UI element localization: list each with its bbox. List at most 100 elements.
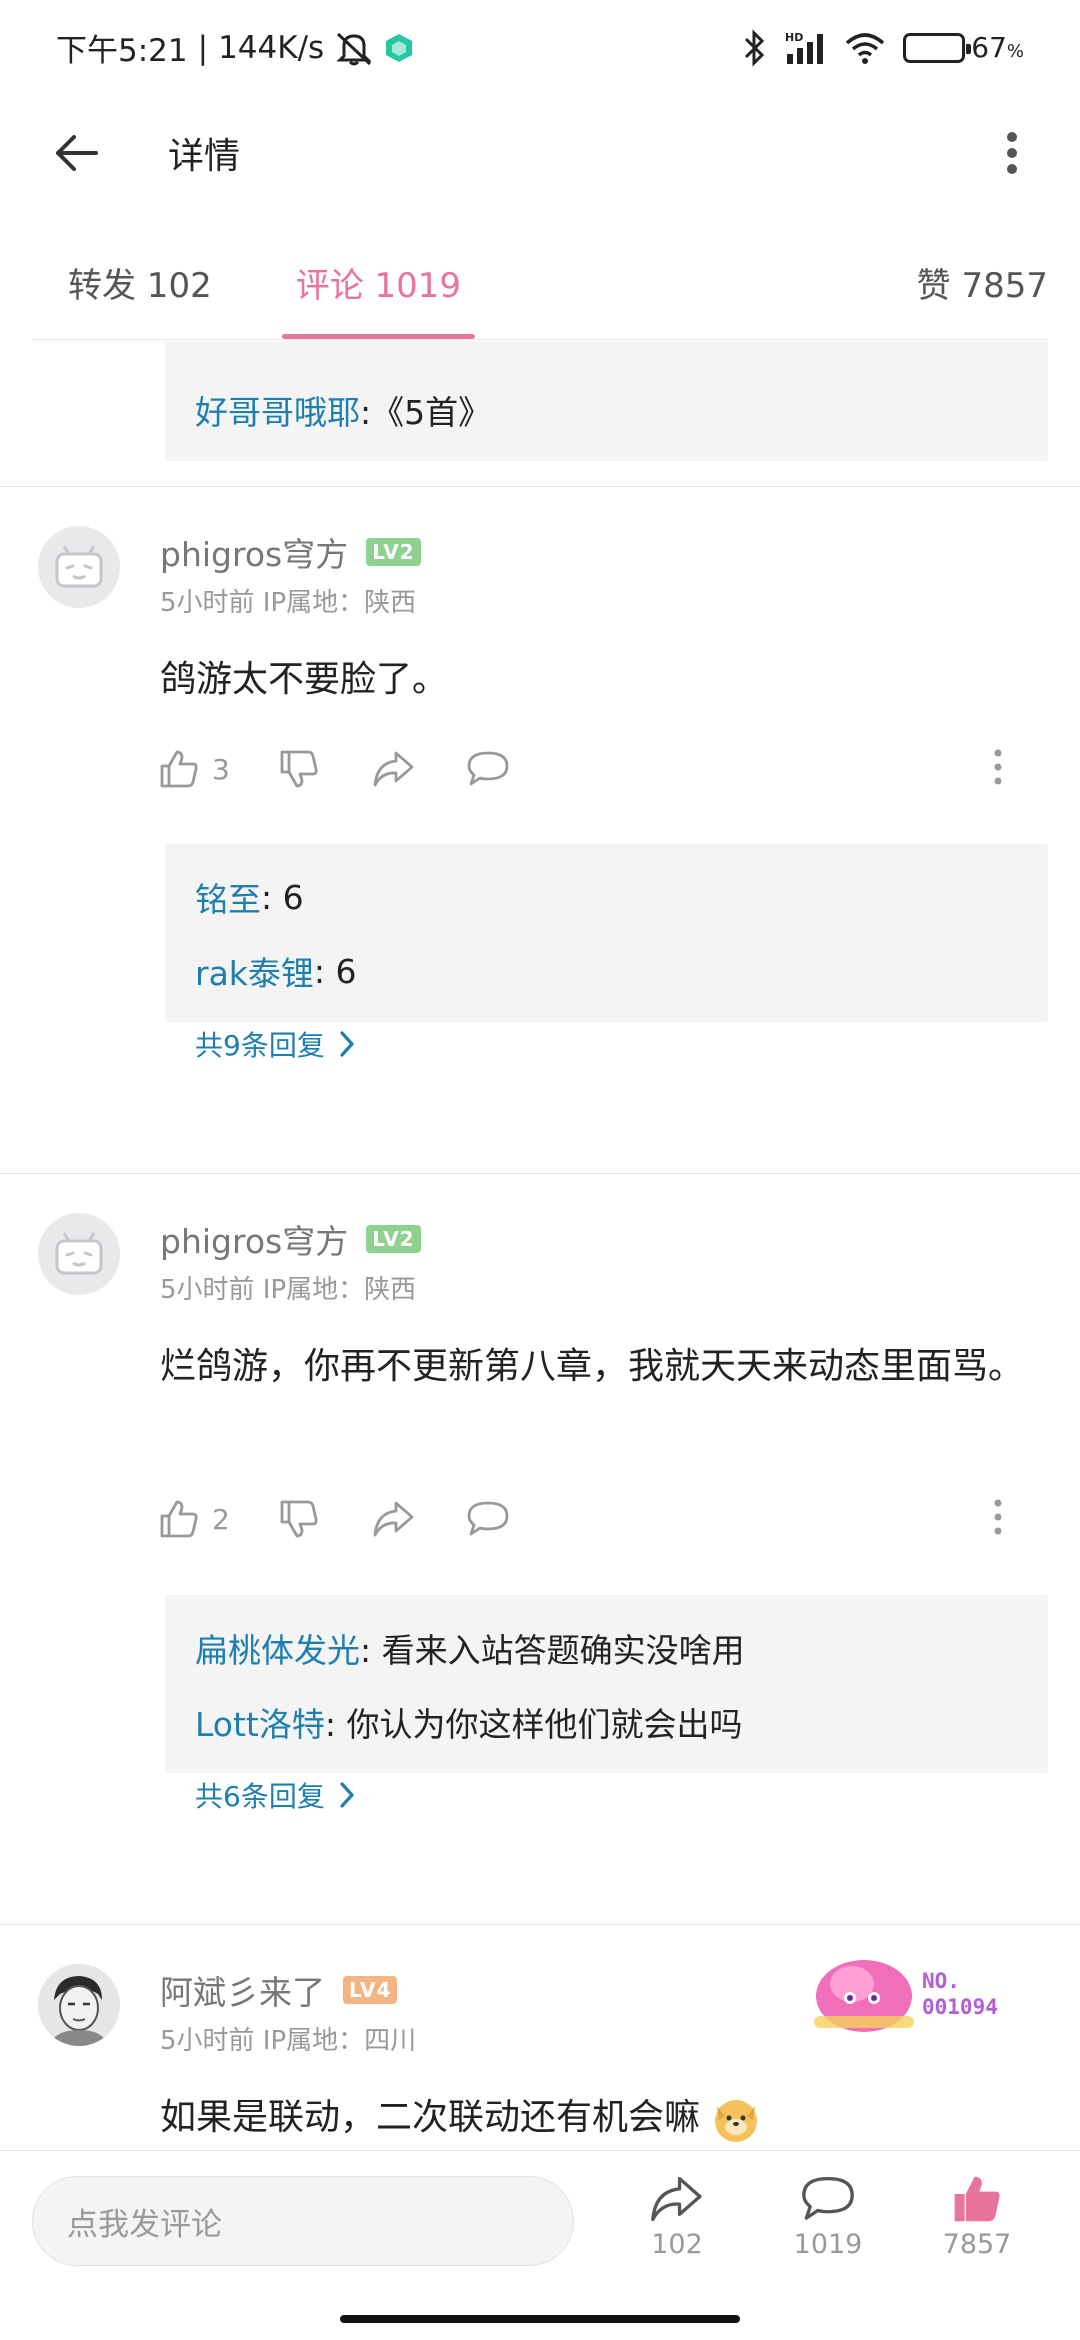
- thumb-up-filled-icon: [954, 2176, 1000, 2222]
- reply-line[interactable]: 铭至 : 6: [195, 860, 1018, 934]
- status-time: 下午5:21: [56, 33, 188, 69]
- avatar[interactable]: [38, 1964, 120, 2046]
- reply-total: 共6条回复: [195, 1780, 325, 1813]
- thumb-down-icon: [280, 1500, 318, 1538]
- chat-bubble-icon: [467, 751, 509, 786]
- reply-text: : 6: [313, 951, 357, 991]
- more-vertical-icon: [994, 749, 1002, 785]
- reply-button[interactable]: [466, 1499, 546, 1539]
- tab-like[interactable]: 赞 7857: [917, 225, 1048, 339]
- bottom-comment-button[interactable]: 1019: [773, 2173, 883, 2260]
- wifi-icon: [845, 31, 885, 65]
- comment-more-button[interactable]: [978, 1498, 1018, 1536]
- reply-text: : 你认为你这样他们就会出吗: [324, 1705, 743, 1744]
- comment-item: phigros穹方 LV2 5小时前 IP属地：陕西 烂鸽游，你再不更新第八章，…: [0, 1213, 1080, 1813]
- tab-forward[interactable]: 转发 102: [68, 225, 212, 339]
- tab-bar: 转发 102 评论 1019 赞 7857: [32, 225, 1048, 340]
- vpn-icon: [384, 33, 414, 63]
- reply-text: :《5首》: [360, 393, 492, 432]
- status-bar: 下午5:21 | 144K/s HD 67%: [0, 0, 1080, 95]
- share-icon: [651, 2176, 702, 2222]
- reply-user[interactable]: rak泰锂: [195, 947, 314, 995]
- default-avatar-icon: [55, 545, 103, 588]
- mute-icon: [334, 30, 374, 66]
- chat-bubble-icon: [467, 1501, 509, 1536]
- chat-bubble-icon: [802, 2176, 854, 2220]
- doge-emoji-icon: [715, 2100, 758, 2142]
- share-button[interactable]: [372, 1499, 466, 1539]
- battery-percent: 67%: [971, 31, 1024, 64]
- bottom-share-button[interactable]: 102: [622, 2173, 732, 2260]
- divider: [0, 1173, 1080, 1174]
- page-title: 详情: [168, 135, 241, 177]
- comment-count: 1019: [793, 2229, 863, 2260]
- reply-user[interactable]: 扁桃体发光: [195, 1624, 360, 1672]
- reply-line[interactable]: rak泰锂 : 6: [195, 934, 1018, 1008]
- like-count: 7857: [942, 2229, 1012, 2260]
- fan-medal-number: NO. 001094: [922, 1969, 998, 2019]
- svg-text:HD: HD: [785, 31, 803, 44]
- bluetooth-icon: [743, 28, 765, 67]
- share-button[interactable]: [372, 749, 466, 789]
- fan-medal-badge[interactable]: NO. 001094: [812, 1954, 1012, 2044]
- reply-user[interactable]: Lott洛特: [195, 1698, 325, 1746]
- tab-comment[interactable]: 评论 1019: [281, 225, 476, 339]
- like-button[interactable]: 2: [158, 1498, 278, 1540]
- reply-user[interactable]: 铭至: [195, 873, 261, 921]
- comment-item: 阿斌彡来了 LV4 5小时前 IP属地：四川 NO. 001094 如果是联动，…: [0, 1960, 1080, 2151]
- reply-preview-box[interactable]: 铭至 : 6 rak泰锂 : 6 共9条回复: [165, 844, 1048, 1062]
- username[interactable]: phigros穹方: [160, 1215, 348, 1263]
- reply-line[interactable]: 扁桃体发光 : 看来入站答题确实没啥用: [195, 1611, 1018, 1685]
- like-count: 2: [212, 1502, 230, 1536]
- dislike-button[interactable]: [278, 1498, 372, 1540]
- comment-list[interactable]: 好哥哥哦耶 :《5首》 phigros穹方 LV2 5小时前 IP属地：陕西 鸽…: [0, 341, 1080, 2151]
- avatar[interactable]: [38, 1213, 120, 1295]
- dislike-button[interactable]: [278, 748, 372, 790]
- thumb-up-icon: [160, 750, 198, 788]
- level-badge: LV2: [366, 1225, 421, 1253]
- more-vertical-icon: [994, 1499, 1002, 1535]
- status-network-speed: 144K/s: [218, 29, 325, 66]
- thumb-up-icon: [160, 1500, 198, 1538]
- level-badge: LV2: [366, 538, 421, 566]
- username[interactable]: phigros穹方: [160, 528, 348, 576]
- view-all-replies-link[interactable]: 共9条回复: [195, 1008, 1018, 1080]
- username[interactable]: 阿斌彡来了: [160, 1966, 325, 2014]
- default-avatar-icon: [55, 1232, 103, 1275]
- reply-preview-box[interactable]: 好哥哥哦耶 :《5首》: [165, 341, 1048, 461]
- share-icon: [373, 751, 414, 787]
- comment-text: 如果是联动，二次联动还有机会嘛: [160, 2086, 1040, 2150]
- reply-text: : 看来入站答题确实没啥用: [360, 1631, 745, 1670]
- like-button[interactable]: 3: [158, 748, 278, 790]
- reply-preview-box[interactable]: 扁桃体发光 : 看来入站答题确实没啥用 Lott洛特 : 你认为你这样他们就会出…: [165, 1595, 1048, 1813]
- comment-meta: 5小时前 IP属地：四川: [160, 2026, 417, 2056]
- app-header: 详情: [0, 95, 1080, 210]
- home-indicator[interactable]: [340, 2315, 740, 2323]
- reply-total: 共9条回复: [195, 1029, 325, 1062]
- comment-text: 烂鸽游，你再不更新第八章，我就天天来动态里面骂。: [160, 1346, 1025, 1387]
- more-options-button[interactable]: [984, 117, 1040, 189]
- arrow-left-icon: [56, 134, 98, 171]
- reply-line[interactable]: Lott洛特 : 你认为你这样他们就会出吗: [195, 1685, 1018, 1759]
- reply-user[interactable]: 好哥哥哦耶: [195, 386, 360, 434]
- avatar[interactable]: [38, 526, 120, 608]
- comment-more-button[interactable]: [978, 748, 1018, 786]
- share-icon: [373, 1501, 414, 1537]
- share-count: 102: [651, 2229, 703, 2260]
- bottom-action-bar: 点我发评论 102 1019 7857: [0, 2150, 1080, 2340]
- comment-meta: 5小时前 IP属地：陕西: [160, 1275, 417, 1305]
- bottom-like-button[interactable]: 7857: [922, 2173, 1032, 2260]
- reply-text: : 6: [261, 877, 304, 917]
- thumb-down-icon: [280, 750, 318, 788]
- hd-signal-icon: HD: [783, 30, 827, 66]
- view-all-replies-link[interactable]: 共6条回复: [195, 1759, 1018, 1831]
- comment-item: phigros穹方 LV2 5小时前 IP属地：陕西 鸽游太不要脸了。 3 铭至…: [0, 526, 1080, 1062]
- back-button[interactable]: [40, 117, 112, 189]
- comment-text-content: 如果是联动，二次联动还有机会嘛: [160, 2097, 701, 2138]
- comment-actions: 3: [158, 748, 1002, 790]
- status-separator: |: [197, 29, 209, 66]
- user-photo-avatar-icon: [38, 1964, 120, 2046]
- reply-line[interactable]: 好哥哥哦耶 :《5首》: [195, 373, 1018, 447]
- reply-button[interactable]: [466, 749, 546, 789]
- comment-input[interactable]: 点我发评论: [32, 2176, 574, 2266]
